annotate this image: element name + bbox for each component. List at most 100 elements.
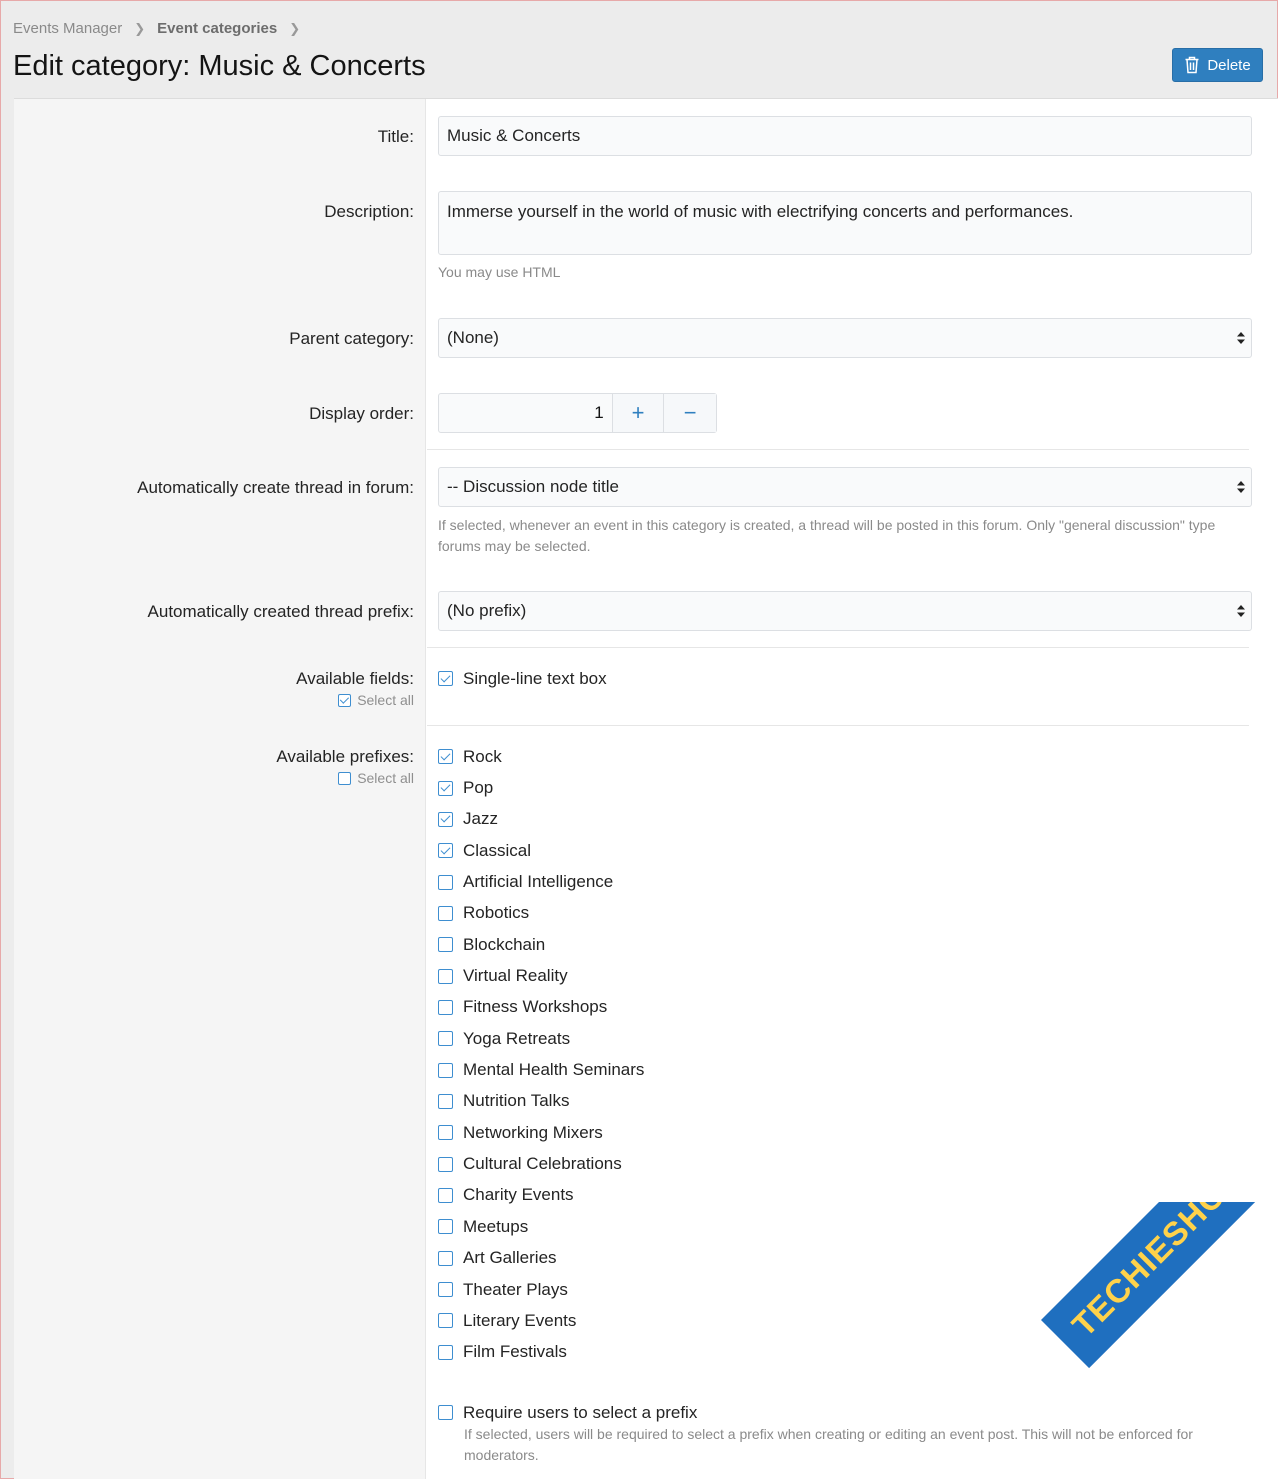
prefix-checkbox-fitness-workshops[interactable]: Fitness Workshops: [438, 992, 644, 1023]
breadcrumb-event-categories[interactable]: Event categories: [157, 20, 277, 37]
checkbox-label: Robotics: [463, 903, 530, 923]
field-checkbox-single-line[interactable]: Single-line text box: [438, 663, 607, 694]
delete-button[interactable]: Delete: [1172, 48, 1263, 82]
description-textarea[interactable]: Immerse yourself in the world of music w…: [438, 191, 1252, 255]
checkbox-label: Art Galleries: [463, 1248, 557, 1268]
prefix-checkbox-cultural-celebrations[interactable]: Cultural Celebrations: [438, 1148, 644, 1179]
display-order-label: Display order:: [309, 404, 414, 423]
description-label: Description:: [324, 202, 414, 221]
prefix-checkbox-film-festivals[interactable]: Film Festivals: [438, 1337, 644, 1368]
prefix-checkbox-charity-events[interactable]: Charity Events: [438, 1180, 644, 1211]
prefix-checkbox-virtual-reality[interactable]: Virtual Reality: [438, 960, 644, 991]
available-fields-label: Available fields:: [296, 669, 414, 688]
checkbox-icon: [438, 749, 453, 765]
checkbox-icon: [438, 843, 453, 859]
checkbox-label: Cultural Celebrations: [463, 1154, 622, 1174]
checkbox-label: Artificial Intelligence: [463, 872, 614, 892]
edit-category-form: Title: Music & Concerts Description: Imm…: [14, 98, 1278, 1479]
prefix-checkbox-art-galleries[interactable]: Art Galleries: [438, 1243, 644, 1274]
prefix-checkbox-meetups[interactable]: Meetups: [438, 1211, 644, 1242]
checkbox-icon: [338, 693, 352, 707]
checkbox-label: Single-line text box: [463, 668, 607, 688]
checkbox-label: Virtual Reality: [463, 966, 568, 986]
display-order-stepper: 1 + −: [438, 393, 717, 433]
prefix-checkbox-nutrition-talks[interactable]: Nutrition Talks: [438, 1086, 644, 1117]
checkbox-icon: [438, 1187, 453, 1203]
checkbox-label: Yoga Retreats: [463, 1028, 571, 1048]
prefix-checkbox-pop[interactable]: Pop: [438, 772, 644, 803]
prefix-checkbox-blockchain[interactable]: Blockchain: [438, 929, 644, 960]
checkbox-icon: [438, 1405, 453, 1421]
checkbox-label: Meetups: [463, 1216, 529, 1236]
decrement-button[interactable]: −: [664, 394, 716, 432]
page-header: Events Manager ❯ Event categories ❯ Edit…: [1, 1, 1277, 98]
checkbox-label: Pop: [463, 778, 494, 798]
prefix-checkbox-artificial-intelligence[interactable]: Artificial Intelligence: [438, 866, 644, 897]
checkbox-label: Require users to select a prefix: [463, 1402, 698, 1422]
checkbox-icon: [438, 937, 453, 953]
checkbox-label: Nutrition Talks: [463, 1091, 570, 1111]
title-input[interactable]: Music & Concerts: [438, 116, 1252, 156]
checkbox-icon: [438, 1093, 453, 1109]
select-arrows-icon: [1237, 332, 1245, 344]
prefix-checkbox-robotics[interactable]: Robotics: [438, 898, 644, 929]
checkbox-icon: [438, 1156, 453, 1172]
increment-button[interactable]: +: [612, 394, 665, 432]
checkbox-icon: [438, 905, 453, 921]
checkbox-label: Classical: [463, 840, 532, 860]
checkbox-icon: [438, 671, 453, 687]
prefix-checkbox-theater-plays[interactable]: Theater Plays: [438, 1274, 644, 1305]
parent-category-label: Parent category:: [289, 329, 414, 348]
checkbox-icon: [438, 999, 453, 1015]
checkbox-label: Charity Events: [463, 1185, 574, 1205]
prefix-checkbox-jazz[interactable]: Jazz: [438, 804, 644, 835]
select-all-label: Select all: [357, 692, 414, 708]
delete-button-label: Delete: [1207, 56, 1251, 74]
divider: [427, 449, 1249, 450]
breadcrumb-events-manager[interactable]: Events Manager: [13, 20, 122, 37]
breadcrumb: Events Manager ❯ Event categories ❯: [13, 20, 312, 37]
divider: [427, 647, 1249, 648]
checkbox-icon: [438, 1282, 453, 1298]
parent-category-select[interactable]: (None): [438, 318, 1252, 358]
auto-thread-prefix-value: (No prefix): [447, 601, 527, 620]
checkbox-label: Theater Plays: [463, 1279, 568, 1299]
display-order-input[interactable]: 1: [439, 394, 613, 432]
auto-thread-forum-select[interactable]: -- Discussion node title: [438, 467, 1252, 507]
parent-category-value: (None): [447, 328, 499, 347]
title-label: Title:: [377, 127, 414, 146]
available-fields-list: Single-line text box: [438, 663, 607, 694]
checkbox-icon: [438, 1313, 453, 1329]
trash-icon: [1185, 56, 1199, 74]
checkbox-icon: [338, 771, 352, 785]
checkbox-label: Rock: [463, 746, 502, 766]
checkbox-label: Networking Mixers: [463, 1122, 603, 1142]
prefix-checkbox-classical[interactable]: Classical: [438, 835, 644, 866]
prefix-checkbox-rock[interactable]: Rock: [438, 741, 644, 772]
auto-thread-forum-hint: If selected, whenever an event in this c…: [438, 517, 1216, 554]
checkbox-label: Blockchain: [463, 934, 546, 954]
label-column: [14, 99, 426, 1479]
require-prefix-hint: If selected, users will be required to s…: [464, 1426, 1193, 1463]
prefix-checkbox-yoga-retreats[interactable]: Yoga Retreats: [438, 1023, 644, 1054]
available-fields-select-all[interactable]: Select all: [338, 692, 414, 708]
checkbox-icon: [438, 874, 453, 890]
prefix-checkbox-networking-mixers[interactable]: Networking Mixers: [438, 1117, 644, 1148]
checkbox-icon: [438, 1062, 453, 1078]
checkbox-icon: [438, 1219, 453, 1235]
prefix-checkbox-mental-health-seminars[interactable]: Mental Health Seminars: [438, 1054, 644, 1085]
chevron-right-icon: ❯: [289, 20, 301, 36]
available-prefixes-select-all[interactable]: Select all: [338, 770, 414, 786]
auto-thread-prefix-select[interactable]: (No prefix): [438, 591, 1252, 631]
page-title: Edit category: Music & Concerts: [13, 50, 426, 82]
checkbox-label: Film Festivals: [463, 1342, 567, 1362]
checkbox-icon: [438, 1344, 453, 1360]
checkbox-label: Literary Events: [463, 1310, 577, 1330]
checkbox-icon: [438, 780, 453, 796]
checkbox-label: Fitness Workshops: [463, 997, 608, 1017]
prefix-checkbox-literary-events[interactable]: Literary Events: [438, 1305, 644, 1336]
description-hint: You may use HTML: [438, 264, 561, 280]
auto-thread-forum-value: -- Discussion node title: [447, 477, 619, 496]
available-prefixes-label: Available prefixes:: [276, 747, 414, 766]
checkbox-icon: [438, 1031, 453, 1047]
